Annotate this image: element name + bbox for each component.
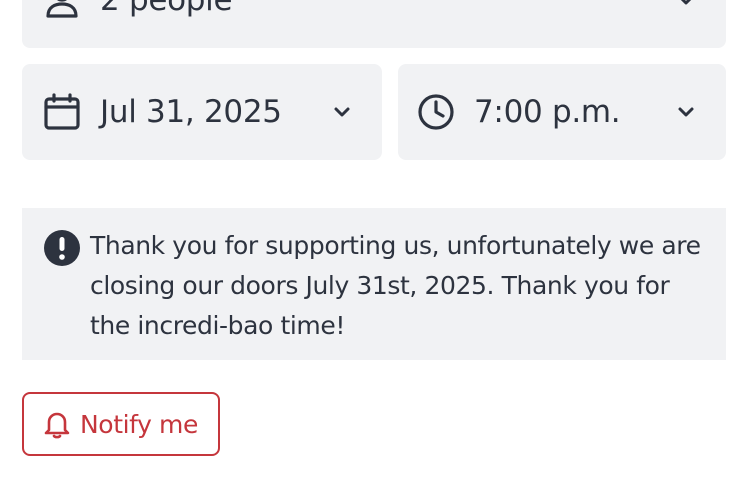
notify-me-button[interactable]: Notify me xyxy=(22,392,220,456)
chevron-down-icon xyxy=(674,100,698,124)
closure-notice: Thank you for supporting us, unfortunate… xyxy=(22,208,726,360)
notify-me-label: Notify me xyxy=(80,409,198,439)
date-value: Jul 31, 2025 xyxy=(100,94,282,130)
chevron-down-icon xyxy=(674,0,698,12)
person-icon xyxy=(42,0,82,20)
calendar-icon xyxy=(42,92,82,132)
time-select[interactable]: 7:00 p.m. xyxy=(398,64,726,160)
chevron-down-icon xyxy=(330,100,354,124)
notice-message: Thank you for supporting us, unfortunate… xyxy=(90,231,701,340)
bell-icon xyxy=(42,409,72,439)
party-size-value: 2 people xyxy=(100,0,233,18)
date-select[interactable]: Jul 31, 2025 xyxy=(22,64,382,160)
alert-circle-icon xyxy=(42,228,82,268)
party-size-select[interactable]: 2 people xyxy=(22,0,726,48)
clock-icon xyxy=(416,92,456,132)
time-value: 7:00 p.m. xyxy=(474,94,621,130)
